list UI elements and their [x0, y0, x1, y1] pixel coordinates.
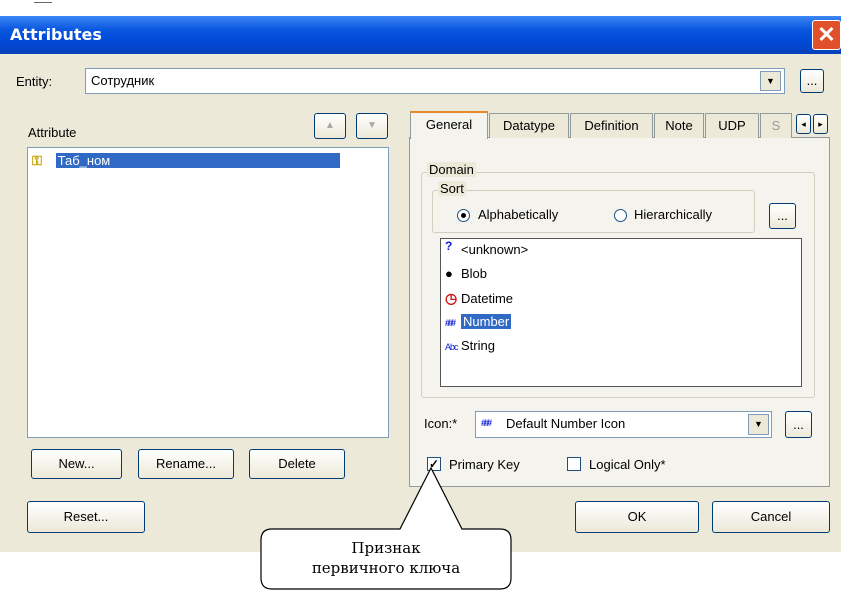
callout-balloon	[260, 466, 512, 590]
callout-text: Признак первичного ключа	[262, 538, 510, 578]
callout-line-2: первичного ключа	[311, 559, 461, 577]
callout-line-1: Признак	[351, 539, 421, 557]
